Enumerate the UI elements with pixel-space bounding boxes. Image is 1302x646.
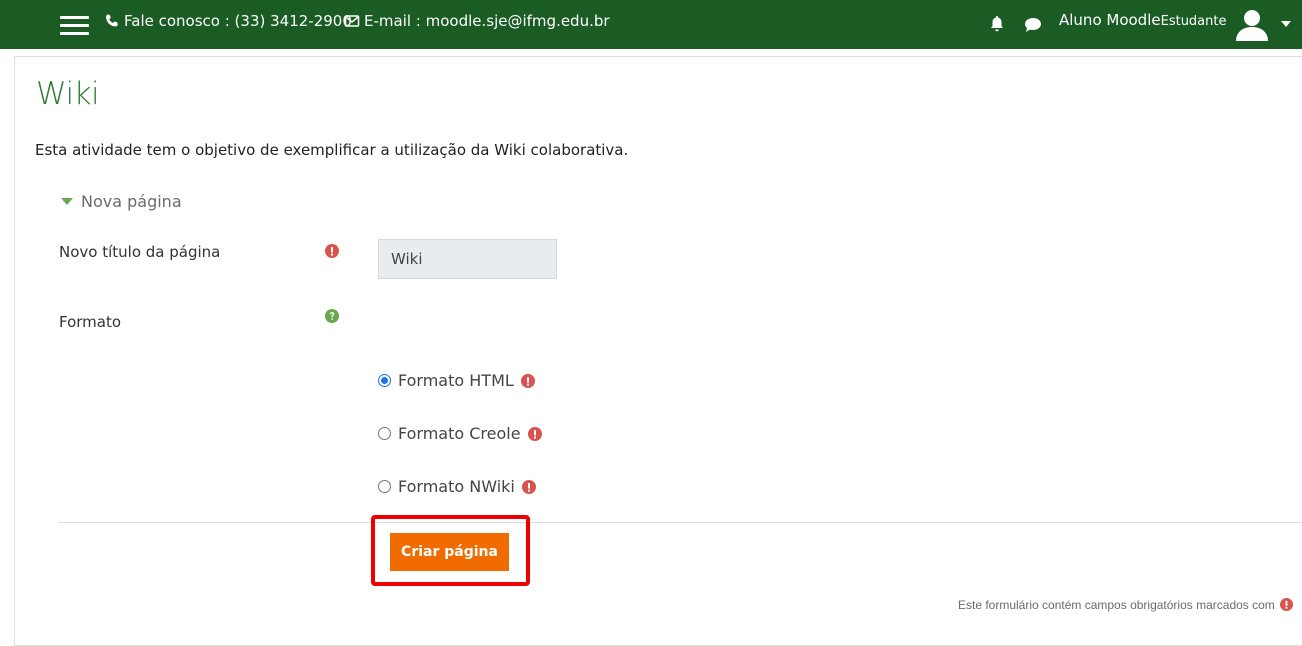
contact-phone: Fale conosco : (33) 3412-2900 — [104, 12, 352, 30]
required-icon — [527, 426, 542, 441]
email-text: E-mail : moodle.sje@ifmg.edu.br — [364, 12, 610, 30]
radio-button[interactable] — [378, 374, 391, 387]
top-navbar: Fale conosco : (33) 3412-2900 E-mail : m… — [0, 0, 1302, 49]
form-divider — [58, 522, 1302, 523]
activity-description: Esta atividade tem o objetivo de exempli… — [35, 141, 629, 159]
help-icon[interactable] — [325, 309, 339, 323]
format-option-label: Formato Creole — [398, 424, 521, 443]
user-avatar-icon[interactable] — [1234, 7, 1270, 43]
user-name-text: Aluno Moodle — [1059, 11, 1161, 29]
create-page-button[interactable]: Criar página — [390, 533, 509, 571]
format-option-label: Formato NWiki — [398, 477, 515, 496]
section-toggle-nova-pagina[interactable]: Nova página — [61, 192, 182, 211]
required-icon — [521, 479, 536, 494]
chat-bubble-icon[interactable] — [1024, 17, 1042, 33]
caret-down-icon[interactable] — [1281, 20, 1291, 28]
phone-text: Fale conosco : (33) 3412-2900 — [124, 12, 352, 30]
page-title-label: Novo título da página — [59, 243, 221, 261]
envelope-icon — [344, 15, 360, 27]
required-icon — [325, 244, 339, 258]
required-fields-note: Este formulário contém campos obrigatóri… — [958, 598, 1294, 612]
format-option-creole[interactable]: Formato Creole — [378, 424, 542, 443]
caret-down-icon — [61, 197, 73, 205]
required-icon — [520, 373, 535, 388]
radio-button[interactable] — [378, 427, 391, 440]
required-note-text: Este formulário contém campos obrigatóri… — [958, 598, 1275, 612]
radio-button[interactable] — [378, 480, 391, 493]
phone-icon — [106, 14, 118, 27]
contact-email: E-mail : moodle.sje@ifmg.edu.br — [344, 12, 610, 30]
bell-icon[interactable] — [989, 15, 1005, 33]
page-title: Wiki — [36, 76, 100, 112]
required-icon — [1280, 598, 1294, 611]
format-option-html[interactable]: Formato HTML — [378, 371, 535, 390]
user-role-text: Estudante — [1160, 14, 1227, 29]
page-title-input[interactable] — [378, 239, 557, 279]
section-label: Nova página — [81, 192, 182, 211]
menu-toggle-icon[interactable] — [60, 14, 89, 36]
format-option-nwiki[interactable]: Formato NWiki — [378, 477, 536, 496]
format-option-label: Formato HTML — [398, 371, 514, 390]
format-label: Formato — [59, 313, 122, 331]
user-menu-name[interactable]: Aluno MoodleEstudante — [1059, 11, 1227, 29]
